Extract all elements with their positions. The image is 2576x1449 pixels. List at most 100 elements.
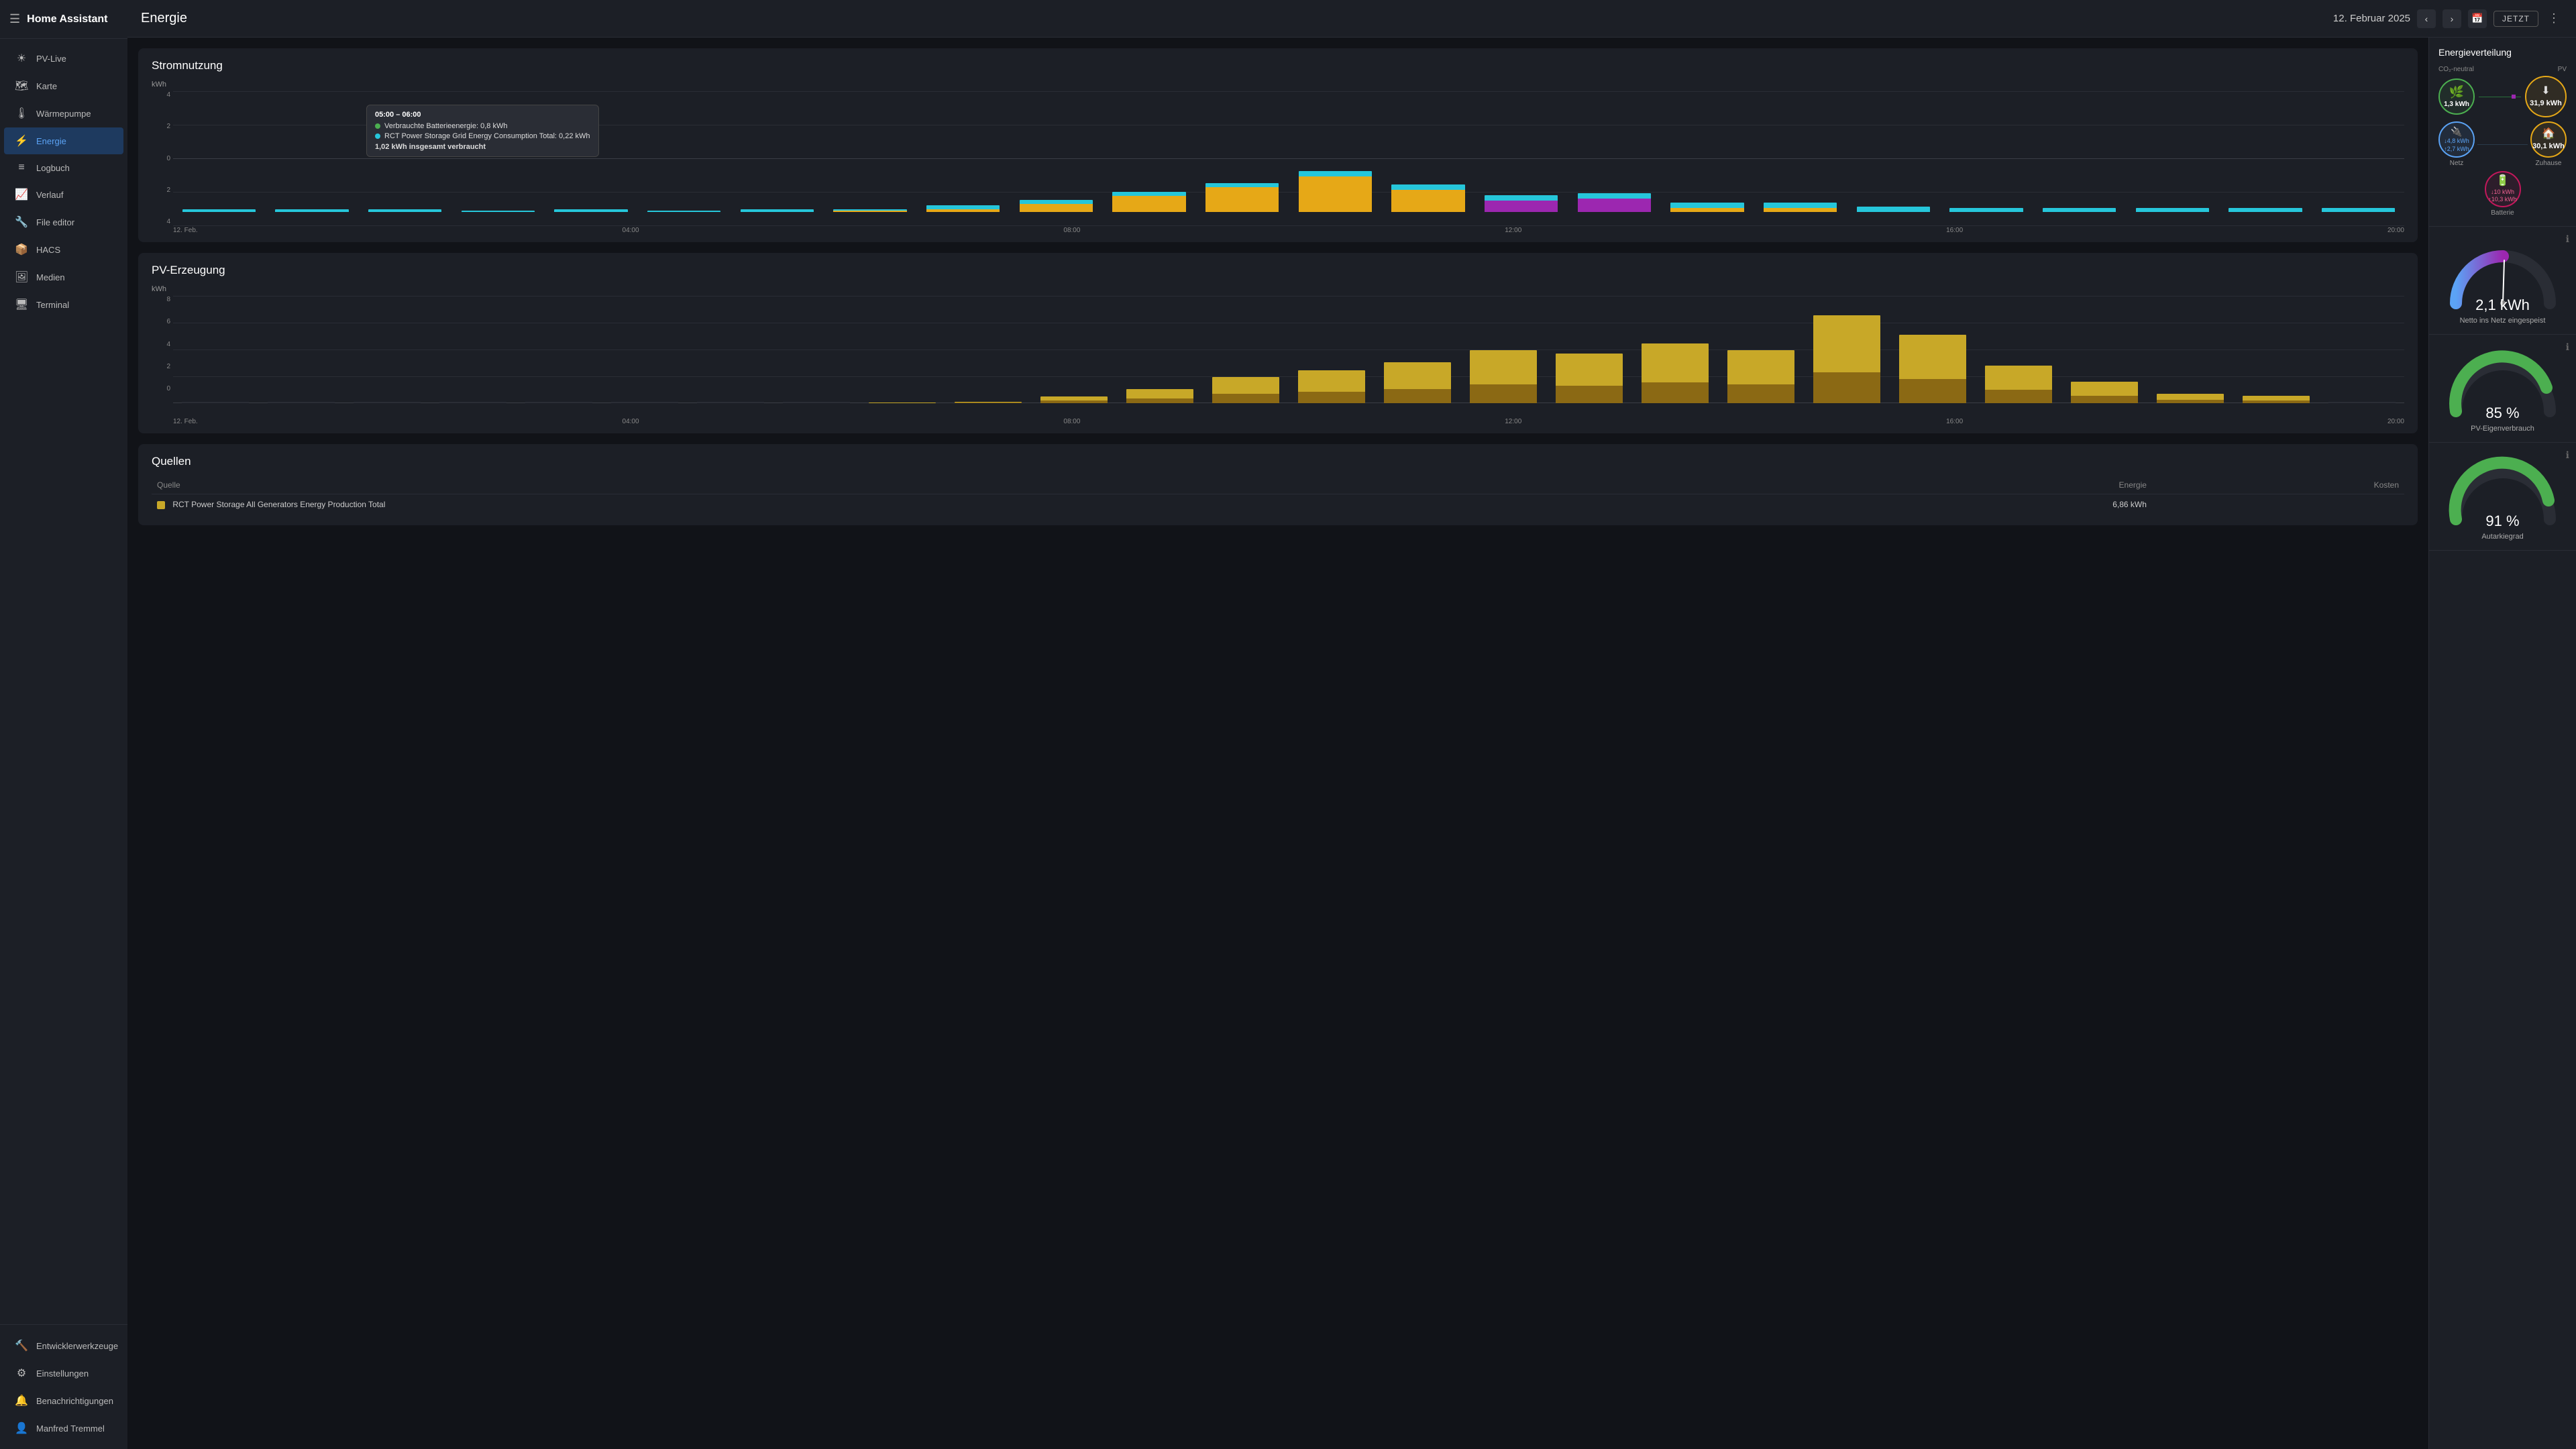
right-panels: Energieverteilung CO₂-neutral PV 🌿 1,3 k…	[2428, 38, 2576, 1449]
strom-teal-seg-20	[2043, 208, 2116, 212]
sidebar-item-terminal[interactable]: 🖥 Terminal	[4, 291, 123, 318]
sidebar-label-7: HACS	[36, 245, 60, 255]
col-kosten: Kosten	[2152, 476, 2404, 494]
eigenverbrauch-info-icon[interactable]: ℹ	[2566, 341, 2569, 353]
netz-gauge-label: Netto ins Netz eingespeist	[2460, 317, 2546, 325]
strom-purple-seg-15	[1578, 199, 1651, 212]
source-color-1	[157, 501, 165, 509]
strom-orange-seg-17	[1764, 208, 1837, 212]
sidebar-item-pv-live[interactable]: ☀ PV-Live	[4, 45, 123, 72]
sidebar-footer-item-3[interactable]: 👤 Manfred Tremmel	[4, 1415, 123, 1442]
energy-distribution-panel: Energieverteilung CO₂-neutral PV 🌿 1,3 k…	[2429, 38, 2576, 227]
pv-value: 31,9 kWh	[2530, 99, 2562, 108]
pv-y-0: 0	[166, 385, 170, 392]
zuhause-value: 30,1 kWh	[2532, 142, 2565, 151]
sidebar-icon-6: 🔧	[15, 215, 28, 229]
prev-date-button[interactable]: ‹	[2417, 9, 2436, 28]
pv-x-4: 16:00	[1946, 418, 1963, 425]
pv-light-seg-12	[1212, 377, 1280, 394]
pv-light-seg-18	[1727, 350, 1795, 384]
app-title: Home Assistant	[27, 13, 107, 25]
quellen-kosten-1	[2152, 494, 2404, 515]
pv-bar-group-6	[688, 296, 773, 403]
pv-bar-group-5	[602, 296, 687, 403]
sidebar-icon-4: ≡	[15, 162, 28, 174]
pv-x-5: 20:00	[2387, 418, 2404, 425]
pv-bar-group-7	[774, 296, 859, 403]
sidebar-footer-item-1[interactable]: ⚙ Einstellungen	[4, 1360, 123, 1387]
more-options-button[interactable]: ⋮	[2545, 9, 2563, 28]
strom-orange-seg-16	[1670, 208, 1743, 212]
eigenverbrauch-label: PV-Eigenverbrauch	[2471, 425, 2534, 433]
autarkiegrad-info-icon[interactable]: ℹ	[2566, 449, 2569, 461]
pv-empty-seg-3	[439, 402, 507, 403]
jetzt-button[interactable]: JETZT	[2493, 11, 2538, 27]
strom-teal-seg-13	[1391, 184, 1464, 190]
sidebar-footer-item-2[interactable]: 🔔 Benachrichtigungen	[4, 1387, 123, 1414]
pv-bar-group-24	[2234, 296, 2318, 403]
pv-empty-seg-25	[2328, 402, 2396, 403]
netz-gauge-info-icon[interactable]: ℹ	[2566, 233, 2569, 245]
next-date-button[interactable]: ›	[2443, 9, 2461, 28]
strom-bar-group-11	[1196, 91, 1288, 212]
pv-dark-seg-22	[2071, 396, 2139, 403]
pv-dark-seg-12	[1212, 394, 1280, 403]
pv-dark-seg-9	[955, 402, 1022, 403]
calendar-button[interactable]: 📅	[2468, 9, 2487, 28]
pv-bar-group-11	[1118, 296, 1202, 403]
pv-bar-group-21	[1976, 296, 2061, 403]
pv-light-seg-11	[1126, 389, 1194, 398]
strom-bar-group-18	[1847, 91, 1939, 212]
footer-label-0: Entwicklerwerkzeuge	[36, 1341, 118, 1351]
connector-dot	[2512, 95, 2516, 99]
pv-light-seg-14	[1384, 362, 1452, 389]
pv-x-2: 08:00	[1063, 418, 1080, 425]
quellen-energie-1: 6,86 kWh	[1837, 494, 2152, 515]
topbar: Energie 12. Februar 2025 ‹ › 📅 JETZT ⋮	[127, 0, 2576, 38]
strom-bar-group-14	[1475, 91, 1567, 212]
strom-bar-group-19	[1941, 91, 2033, 212]
menu-icon[interactable]: ☰	[9, 12, 20, 26]
pv-light-seg-22	[2071, 382, 2139, 396]
strom-x-4: 16:00	[1946, 227, 1963, 234]
pv-bar-group-20	[1890, 296, 1975, 403]
sidebar: ☰ Home Assistant ☀ PV-Live🗺 Karte🌡 Wärme…	[0, 0, 127, 1449]
strom-orange-seg-9	[1020, 204, 1093, 212]
pv-node: ⬇ 31,9 kWh	[2525, 76, 2567, 117]
sidebar-item-karte[interactable]: 🗺 Karte	[4, 72, 123, 99]
pv-circle: ⬇ 31,9 kWh	[2525, 76, 2567, 117]
eigenverbrauch-gauge-container: 85 % PV-Eigenverbrauch	[2438, 344, 2567, 433]
zuhause-circle: 🏠 30,1 kWh	[2530, 121, 2567, 158]
table-row: RCT Power Storage All Generators Energy …	[152, 494, 2404, 515]
strom-teal-seg-3	[462, 211, 535, 212]
pv-x-0: 12. Feb.	[173, 418, 198, 425]
batterie-label: Batterie	[2491, 209, 2514, 217]
netz-gauge-container: 2,1 kWh Netto ins Netz eingespeist	[2438, 236, 2567, 325]
pv-dark-seg-20	[1899, 379, 1967, 403]
pv-label-top: PV	[2558, 66, 2567, 73]
netz-value2: ↑2,7 kWh	[2444, 146, 2469, 154]
sidebar-item-hacs[interactable]: 📦 HACS	[4, 236, 123, 263]
strom-orange-seg-11	[1205, 187, 1279, 212]
sidebar-icon-3: ⚡	[15, 134, 28, 148]
sidebar-footer-item-0[interactable]: 🔨 Entwicklerwerkzeuge	[4, 1332, 123, 1359]
sidebar-item-medien[interactable]: 🖼 Medien	[4, 264, 123, 290]
stromnutzung-card: Stromnutzung kWh 4 2 0 2 4	[138, 48, 2418, 242]
sidebar-header: ☰ Home Assistant	[0, 0, 127, 39]
pv-bar-group-4	[517, 296, 601, 403]
strom-teal-seg-22	[2229, 208, 2302, 212]
co2-circle: 🌿 1,3 kWh	[2438, 78, 2475, 115]
strom-orange-seg-13	[1391, 190, 1464, 212]
sidebar-icon-1: 🗺	[15, 79, 28, 93]
strom-bar-group-7	[824, 91, 916, 212]
sidebar-item-logbuch[interactable]: ≡ Logbuch	[4, 155, 123, 180]
pv-dark-seg-13	[1298, 392, 1366, 403]
sidebar-item-file-editor[interactable]: 🔧 File editor	[4, 209, 123, 235]
sidebar-item-verlauf[interactable]: 📈 Verlauf	[4, 181, 123, 208]
footer-icon-3: 👤	[15, 1421, 28, 1435]
pv-bar-group-18	[1719, 296, 1803, 403]
sidebar-item-wärmepumpe[interactable]: 🌡 Wärmepumpe	[4, 100, 123, 127]
sidebar-item-energie[interactable]: ⚡ Energie	[4, 127, 123, 154]
pv-dark-seg-11	[1126, 398, 1194, 403]
y-label-2-neg: 2	[166, 186, 170, 194]
